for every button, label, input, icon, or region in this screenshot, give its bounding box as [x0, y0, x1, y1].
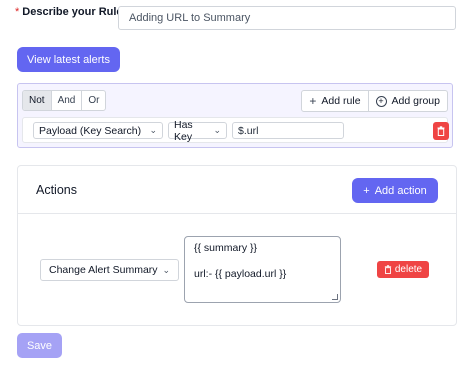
plus-icon: + — [309, 94, 317, 108]
rule-name-input[interactable]: Adding URL to Summary — [118, 6, 456, 30]
add-action-label: Add action — [374, 184, 427, 197]
trash-icon — [437, 126, 445, 136]
delete-action-button[interactable]: delete — [377, 261, 429, 278]
add-action-button[interactable]: + Add action — [352, 178, 438, 203]
chevron-down-icon: ⌄ — [162, 264, 170, 275]
action-type-value: Change Alert Summary — [49, 264, 158, 276]
trash-icon — [384, 265, 392, 274]
actions-title: Actions — [36, 183, 77, 197]
add-rule-button[interactable]: + Add rule — [302, 91, 369, 111]
field-select-value: Payload (Key Search) — [39, 124, 142, 137]
action-item: Change Alert Summary ⌄ {{ summary }} url… — [18, 214, 456, 327]
operator-select[interactable]: Has Key ⌄ — [168, 119, 227, 143]
query-builder-actions: + Add rule + Add group — [301, 90, 448, 112]
add-rule-label: Add rule — [321, 95, 361, 107]
query-builder: Not And Or + Add rule + Add group Payloa… — [17, 83, 453, 148]
rule-name-label: * Describe your Rule : — [15, 6, 129, 18]
chevron-down-icon: ⌄ — [149, 125, 157, 135]
template-line: {{ summary }} — [194, 242, 258, 254]
operator-select-value: Has Key — [174, 118, 193, 143]
add-group-button[interactable]: + Add group — [369, 91, 447, 111]
actions-panel: Actions + Add action Change Alert Summar… — [17, 165, 457, 326]
plus-circle-icon: + — [375, 95, 387, 107]
action-type-select[interactable]: Change Alert Summary ⌄ — [40, 259, 179, 281]
action-template-textarea[interactable]: {{ summary }} url:- {{ payload.url }} — [184, 236, 341, 303]
rule-name-row: * Describe your Rule : — [15, 6, 129, 18]
combinator-not[interactable]: Not — [23, 91, 52, 110]
combinator-and[interactable]: And — [52, 91, 83, 110]
field-select[interactable]: Payload (Key Search) ⌄ — [33, 122, 163, 139]
add-group-label: Add group — [391, 95, 440, 107]
template-line: url:- {{ payload.url }} — [194, 268, 287, 280]
required-mark: * — [15, 6, 20, 18]
template-line — [194, 255, 331, 268]
delete-label: delete — [394, 264, 423, 275]
plus-icon: + — [363, 184, 370, 197]
rule-editor: * Describe your Rule : Adding URL to Summ… — [0, 0, 474, 367]
resize-handle[interactable] — [332, 294, 338, 300]
chevron-down-icon: ⌄ — [213, 125, 221, 135]
view-latest-alerts-button[interactable]: View latest alerts — [17, 47, 120, 72]
query-rule: Payload (Key Search) ⌄ Has Key ⌄ $.url — [22, 117, 449, 143]
actions-header: Actions + Add action — [18, 166, 456, 214]
rule-name-label-text: Describe your Rule : — [22, 6, 130, 18]
rule-value-input[interactable]: $.url — [232, 122, 344, 139]
combinator-group: Not And Or — [22, 90, 107, 111]
remove-rule-button[interactable] — [433, 122, 449, 140]
save-button[interactable]: Save — [17, 333, 62, 358]
combinator-or[interactable]: Or — [82, 91, 105, 110]
